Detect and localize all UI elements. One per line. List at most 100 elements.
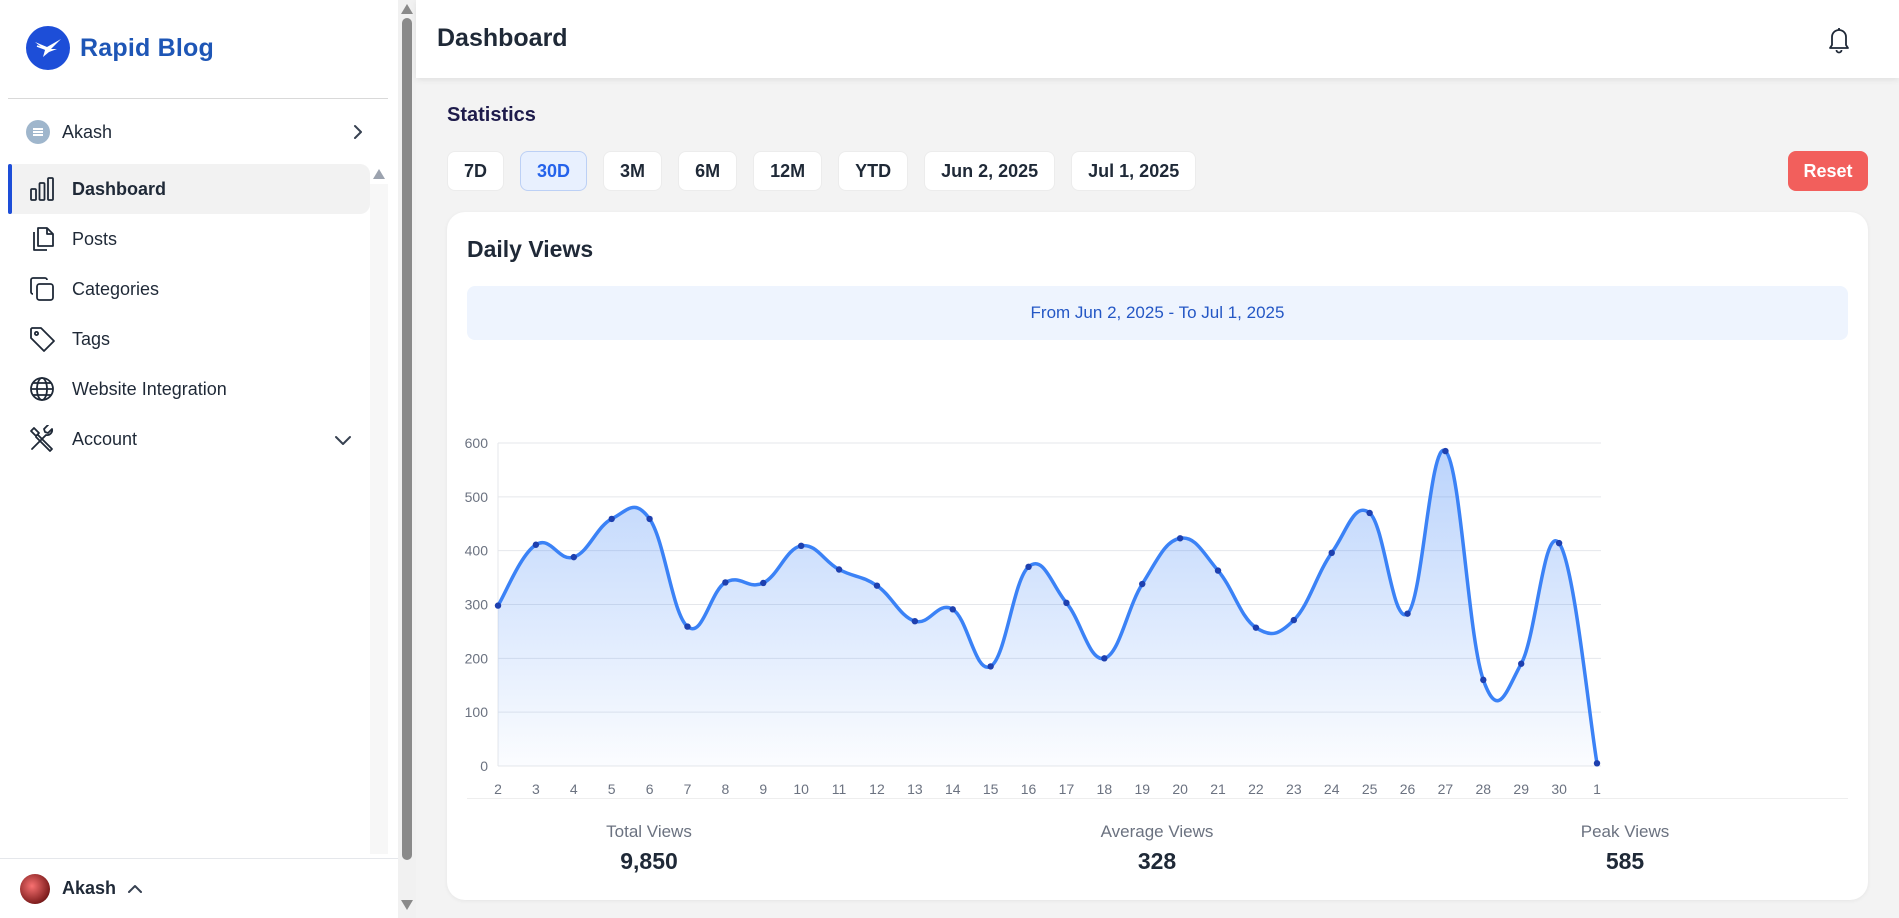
scroll-up-arrow[interactable] xyxy=(401,4,413,14)
x-tick-label: 29 xyxy=(1513,781,1529,797)
stat-value: 328 xyxy=(1137,848,1177,874)
data-point[interactable] xyxy=(1518,660,1525,667)
stat-value: 9,850 xyxy=(620,848,678,874)
reset-button[interactable]: Reset xyxy=(1788,151,1868,191)
x-axis: 2 3 4 5 6 7 8 9 10 11 12 13 14 15 16 17 18 19 20 21 22 23 24 25… xyxy=(494,781,1601,797)
range-30d-button[interactable]: 30D xyxy=(520,151,588,191)
sidebar-item-dashboard[interactable]: Dashboard xyxy=(8,164,370,214)
data-point[interactable] xyxy=(1593,760,1601,767)
bird-logo-icon xyxy=(26,26,70,70)
nav-scrollbar[interactable] xyxy=(370,184,388,854)
data-point[interactable] xyxy=(1328,549,1335,557)
data-point[interactable] xyxy=(873,582,881,589)
page-scrollbar[interactable] xyxy=(398,0,416,918)
average-views-stat: Average Views 328 xyxy=(1007,822,1307,875)
sidebar-item-posts[interactable]: Posts xyxy=(8,214,370,264)
x-tick-label: 21 xyxy=(1210,781,1226,797)
x-tick-label: 26 xyxy=(1400,781,1416,797)
x-tick-label: 15 xyxy=(983,781,999,797)
sidebar-item-tags[interactable]: Tags xyxy=(8,314,370,364)
bell-icon[interactable] xyxy=(1824,24,1854,54)
data-point[interactable] xyxy=(835,566,843,573)
card-divider xyxy=(467,798,1848,799)
range-6m-button[interactable]: 6M xyxy=(678,151,738,191)
scroll-down-arrow[interactable] xyxy=(401,900,413,910)
nav-scroll-up-arrow[interactable] xyxy=(372,168,386,180)
x-tick-label: 11 xyxy=(832,781,847,797)
sidebar-item-account[interactable]: Account xyxy=(8,414,370,464)
scrollbar-thumb[interactable] xyxy=(402,18,412,860)
bar-chart-icon xyxy=(28,175,56,203)
y-tick-label: 300 xyxy=(465,597,489,613)
chevron-up-icon xyxy=(128,884,143,893)
data-point[interactable] xyxy=(760,579,767,587)
sidebar-item-label: Posts xyxy=(72,229,118,249)
stat-label: Average Views xyxy=(1100,822,1214,841)
workspace-avatar xyxy=(26,120,50,144)
chevron-right-icon xyxy=(354,125,362,139)
daily-views-chart: 0100200300400500600 2 3 4 5 6 7 8 9 10 11 12 13 14 15… xyxy=(465,435,1601,797)
sidebar-item-categories[interactable]: Categories xyxy=(8,264,370,314)
data-point[interactable] xyxy=(722,579,729,586)
data-point[interactable] xyxy=(1025,563,1032,571)
data-point[interactable] xyxy=(1480,676,1487,684)
tools-icon xyxy=(28,425,56,453)
data-point[interactable] xyxy=(684,623,691,630)
x-tick-label: 3 xyxy=(532,781,540,797)
brand[interactable]: Rapid Blog xyxy=(26,26,214,70)
range-selector: 7D 30D 3M 6M 12M YTD Jun 2, 2025 Jul 1, … xyxy=(447,151,1197,191)
data-point[interactable] xyxy=(1139,580,1146,588)
range-3m-button[interactable]: 3M xyxy=(603,151,663,191)
end-date-picker[interactable]: Jul 1, 2025 xyxy=(1071,151,1197,191)
data-point[interactable] xyxy=(987,663,994,670)
y-tick-label: 600 xyxy=(465,435,489,451)
data-point[interactable] xyxy=(1555,539,1563,547)
x-tick-label: 8 xyxy=(721,781,729,797)
tag-icon xyxy=(28,325,56,353)
avatar xyxy=(20,873,50,904)
data-point[interactable] xyxy=(1214,567,1222,574)
x-tick-label: 4 xyxy=(570,781,578,797)
y-tick-label: 0 xyxy=(480,758,488,774)
data-point[interactable] xyxy=(1252,624,1260,631)
x-tick-label: 12 xyxy=(869,781,885,797)
sidebar-item-website-integration[interactable]: Website Integration xyxy=(8,364,370,414)
range-7d-button[interactable]: 7D xyxy=(447,151,505,191)
data-point[interactable] xyxy=(1442,447,1449,455)
start-date-picker[interactable]: Jun 2, 2025 xyxy=(924,151,1056,191)
x-tick-label: 28 xyxy=(1476,781,1492,797)
copy-icon xyxy=(28,275,56,303)
data-point[interactable] xyxy=(1366,509,1373,517)
data-point[interactable] xyxy=(1063,599,1070,607)
x-tick-label: 5 xyxy=(608,781,616,797)
x-tick-label: 9 xyxy=(759,781,767,797)
data-point[interactable] xyxy=(532,541,540,548)
x-tick-label: 23 xyxy=(1286,781,1302,797)
data-point[interactable] xyxy=(949,606,956,613)
user-menu[interactable]: Akash xyxy=(0,858,398,918)
data-point[interactable] xyxy=(911,617,919,625)
data-point[interactable] xyxy=(570,553,577,561)
x-tick-label: 20 xyxy=(1172,781,1188,797)
range-12m-button[interactable]: 12M xyxy=(753,151,823,191)
data-point[interactable] xyxy=(1404,610,1411,617)
data-point[interactable] xyxy=(494,602,502,609)
sidebar-item-label: Tags xyxy=(72,329,111,349)
sidebar-item-label: Categories xyxy=(72,279,160,299)
top-header: Dashboard xyxy=(416,0,1899,78)
x-tick-label: 13 xyxy=(907,781,923,797)
y-tick-label: 500 xyxy=(465,489,489,505)
series-area xyxy=(498,450,1597,766)
workspace-switcher[interactable]: Akash xyxy=(26,118,368,146)
data-point[interactable] xyxy=(608,515,615,523)
sidebar-nav: Dashboard Posts Categories Tags Website … xyxy=(8,164,370,464)
data-point[interactable] xyxy=(1101,655,1108,662)
range-ytd-button[interactable]: YTD xyxy=(838,151,909,191)
x-tick-label: 22 xyxy=(1248,781,1264,797)
x-tick-label: 16 xyxy=(1021,781,1037,797)
data-point[interactable] xyxy=(1290,616,1298,624)
data-point[interactable] xyxy=(1176,535,1184,542)
data-point[interactable] xyxy=(646,515,653,523)
data-point[interactable] xyxy=(797,542,805,550)
sidebar-item-label: Dashboard xyxy=(72,179,167,199)
